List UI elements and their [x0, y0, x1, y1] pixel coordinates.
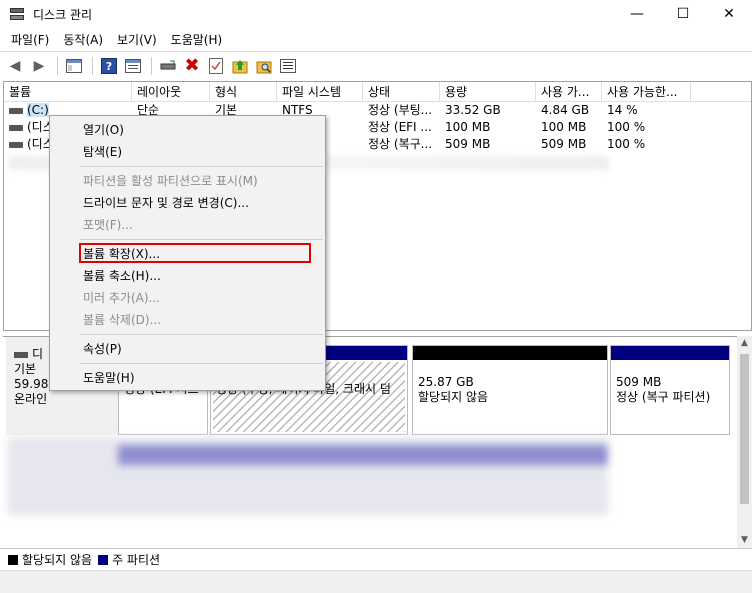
menu-file[interactable]: 파일(F) — [4, 31, 56, 48]
volume-status: 정상 (부팅... — [368, 103, 433, 117]
close-button[interactable]: ✕ — [706, 0, 752, 28]
status-bar — [0, 570, 752, 593]
volume-free-percent: 14 % — [607, 103, 638, 117]
volume-free-percent: 100 % — [607, 137, 646, 151]
show-hide-console-icon[interactable] — [63, 55, 85, 77]
volume-free: 509 MB — [541, 137, 587, 151]
menu-separator — [80, 363, 323, 364]
menu-item-explore[interactable]: 탐색(E) — [50, 141, 325, 163]
maximize-button[interactable]: ☐ — [660, 0, 706, 28]
volume-icon — [9, 107, 23, 114]
column-header-free-space[interactable]: 사용 가... — [536, 82, 602, 101]
menu-item-format: 포맷(F)... — [83, 218, 133, 232]
volume-free: 4.84 GB — [541, 103, 590, 117]
forward-arrow-icon[interactable]: ▶ — [28, 55, 50, 77]
toolbar-separator — [151, 56, 152, 75]
disk-icon — [14, 351, 28, 358]
partition-size: 25.87 GB — [418, 375, 474, 389]
window-title: 디스크 관리 — [33, 7, 93, 22]
menu-item-delete-volume: 볼륨 삭제(D)... — [83, 313, 162, 327]
volume-status: 정상 (EFI ... — [368, 120, 432, 134]
menu-item-help[interactable]: 도움말(H) — [50, 367, 325, 389]
disk-name: 디 — [32, 347, 44, 361]
primary-swatch — [98, 554, 109, 565]
column-header-layout[interactable]: 레이아웃 — [132, 82, 210, 101]
volume-name: (C:) — [27, 103, 49, 117]
context-menu: 열기(O) 탐색(E) 파티션을 활성 파티션으로 표시(M) 드라이브 문자 … — [49, 115, 326, 391]
menu-help[interactable]: 도움말(H) — [164, 31, 230, 48]
menu-item-change-drive-letter[interactable]: 드라이브 문자 및 경로 변경(C)... — [50, 192, 325, 214]
connect-disk-icon[interactable] — [157, 55, 179, 77]
window-controls: — ☐ ✕ — [614, 0, 752, 28]
partition-size: 509 MB — [616, 375, 662, 389]
volume-capacity: 509 MB — [445, 137, 491, 151]
svg-text:?: ? — [106, 60, 112, 73]
search-folder-icon[interactable] — [253, 55, 275, 77]
menu-bar: 파일(F) 동작(A) 보기(V) 도움말(H) — [0, 28, 752, 50]
disk-state: 온라인 — [14, 392, 48, 406]
legend: 할당되지 않음 주 파티션 — [0, 548, 752, 570]
vertical-scrollbar[interactable]: ▲ ▼ — [737, 336, 752, 548]
legend-primary: 주 파티션 — [112, 553, 161, 567]
partition-bar — [413, 346, 607, 360]
blurred-disk-row — [8, 437, 608, 515]
column-header-free-percent[interactable]: 사용 가능한... — [602, 82, 691, 101]
column-header-filesystem[interactable]: 파일 시스템 — [277, 82, 363, 101]
partition-bar — [611, 346, 729, 360]
volume-capacity: 100 MB — [445, 120, 491, 134]
legend-unallocated: 할당되지 않음 — [22, 553, 93, 567]
list-view-icon[interactable] — [277, 55, 299, 77]
column-header-capacity[interactable]: 용량 — [440, 82, 536, 101]
menu-separator — [80, 239, 323, 240]
list-header: 볼륨 레이아웃 형식 파일 시스템 상태 용량 사용 가... 사용 가능한..… — [4, 82, 751, 102]
toolbar-separator — [92, 56, 93, 75]
volume-free-percent: 100 % — [607, 120, 646, 134]
menu-view[interactable]: 보기(V) — [110, 31, 164, 48]
toolbar: ◀ ▶ ? ✖ — [0, 51, 752, 79]
properties-icon[interactable] — [122, 55, 144, 77]
volume-free: 100 MB — [541, 120, 587, 134]
minimize-button[interactable]: — — [614, 0, 660, 28]
menu-action[interactable]: 동작(A) — [56, 31, 110, 48]
menu-item-shrink-volume[interactable]: 볼륨 축소(H)... — [50, 265, 325, 287]
menu-item-extend-volume[interactable]: 볼륨 확장(X)... — [50, 243, 325, 265]
volume-icon — [9, 124, 23, 131]
up-folder-icon[interactable] — [229, 55, 251, 77]
menu-item-add-mirror: 미러 추가(A)... — [83, 291, 160, 305]
delete-icon[interactable]: ✖ — [181, 55, 203, 77]
menu-item-open[interactable]: 열기(O) — [50, 119, 325, 141]
partition-status: 정상 (복구 파티션) — [616, 390, 711, 404]
column-header-volume[interactable]: 볼륨 — [4, 82, 132, 101]
scroll-thumb[interactable] — [740, 354, 749, 504]
partition-status: 할당되지 않음 — [418, 390, 489, 404]
title-bar: 디스크 관리 — ☐ ✕ — [0, 0, 752, 28]
volume-capacity: 33.52 GB — [445, 103, 501, 117]
disk-management-icon — [9, 6, 25, 22]
menu-item-mark-active: 파티션을 활성 파티션으로 표시(M) — [83, 174, 258, 188]
scroll-down-icon[interactable]: ▼ — [737, 533, 752, 548]
back-arrow-icon[interactable]: ◀ — [4, 55, 26, 77]
menu-separator — [80, 166, 323, 167]
column-header-type[interactable]: 형식 — [210, 82, 277, 101]
check-icon[interactable] — [205, 55, 227, 77]
partition-recovery[interactable]: 509 MB 정상 (복구 파티션) — [610, 345, 730, 435]
scroll-up-icon[interactable]: ▲ — [737, 336, 752, 351]
column-header-status[interactable]: 상태 — [363, 82, 440, 101]
unallocated-swatch — [8, 554, 18, 565]
menu-item-properties[interactable]: 속성(P) — [50, 338, 325, 360]
help-icon[interactable]: ? — [98, 55, 120, 77]
toolbar-separator — [57, 56, 58, 75]
menu-separator — [80, 334, 323, 335]
partition-unallocated[interactable]: 25.87 GB 할당되지 않음 — [412, 345, 608, 435]
volume-icon — [9, 141, 23, 148]
volume-status: 정상 (복구... — [368, 137, 433, 151]
